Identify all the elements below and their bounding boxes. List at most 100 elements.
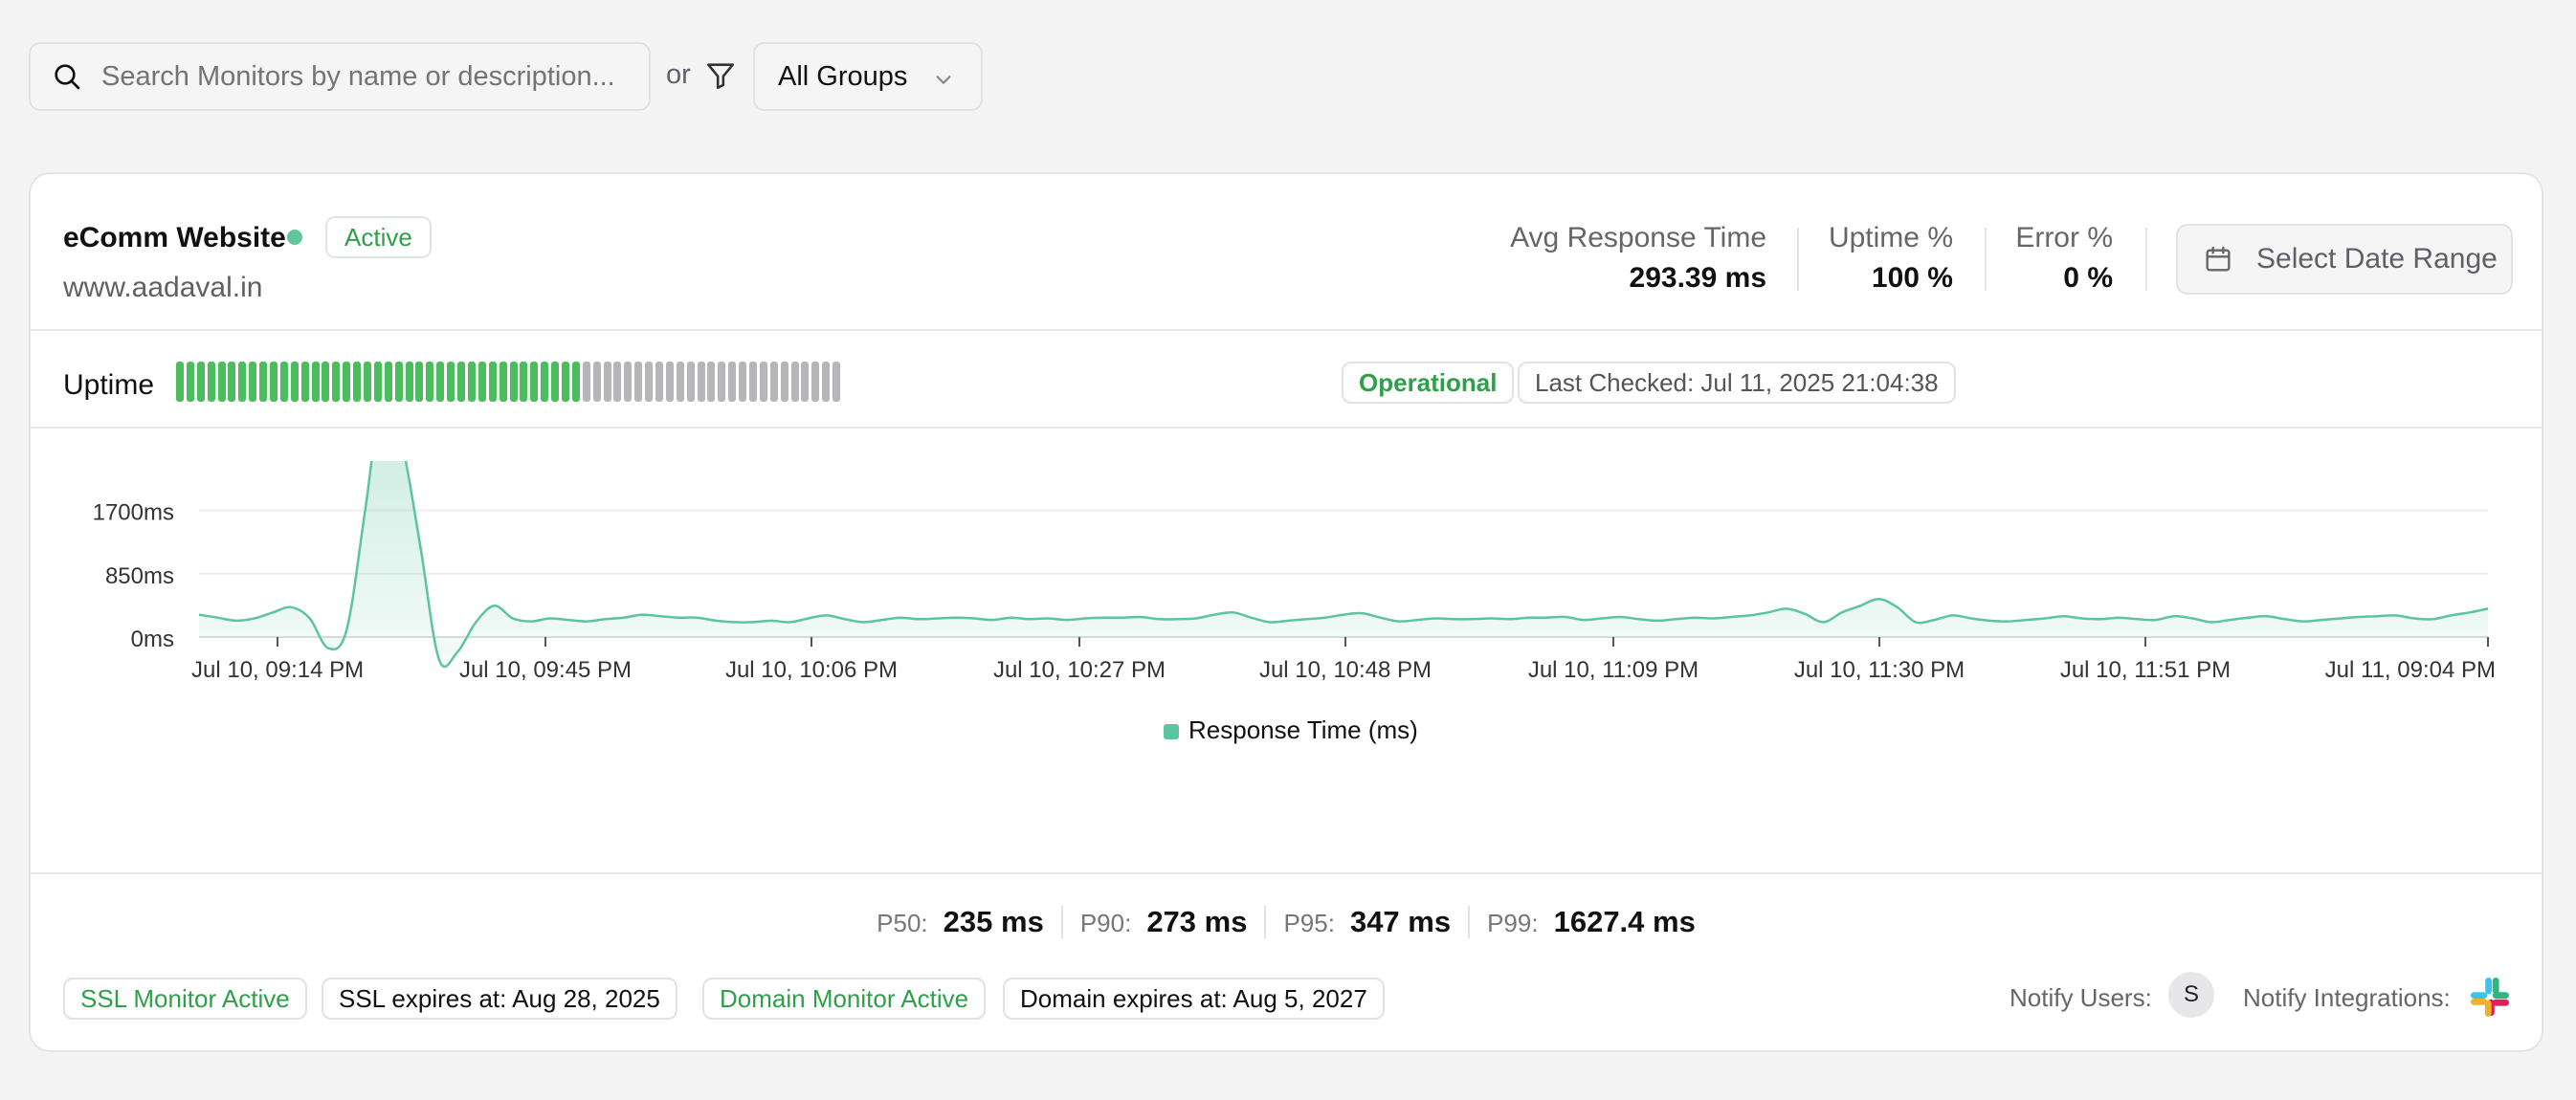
uptime-bar-no-data[interactable] xyxy=(645,362,654,402)
select-date-range-button[interactable]: Select Date Range xyxy=(2176,224,2513,295)
search-field[interactable] xyxy=(29,42,651,111)
error-percent-value: 0 % xyxy=(2063,262,2113,294)
uptime-bar-no-data[interactable] xyxy=(748,362,757,402)
uptime-bar-no-data[interactable] xyxy=(801,362,810,402)
uptime-bar-no-data[interactable] xyxy=(676,362,684,402)
percentile-value: 347 ms xyxy=(1349,905,1452,938)
uptime-bar-up[interactable] xyxy=(509,362,518,402)
monitor-name[interactable]: eComm Website xyxy=(63,222,286,254)
uptime-bar-no-data[interactable] xyxy=(739,362,747,402)
uptime-bar-up[interactable] xyxy=(561,362,569,402)
percentile-item: P50: 235 ms xyxy=(859,905,1061,939)
divider xyxy=(31,872,2542,874)
uptime-bar-no-data[interactable] xyxy=(697,362,705,402)
monitor-card[interactable]: eComm Website Active www.aadaval.in Avg … xyxy=(29,172,2543,1052)
uptime-bar-up[interactable] xyxy=(426,362,434,402)
divider xyxy=(31,329,2542,331)
uptime-bar-no-data[interactable] xyxy=(582,362,590,402)
uptime-bar-up[interactable] xyxy=(457,362,466,402)
uptime-bar-up[interactable] xyxy=(571,362,580,402)
uptime-bar-up[interactable] xyxy=(186,362,194,402)
uptime-bar-no-data[interactable] xyxy=(603,362,611,402)
percentile-item: P99: 1627.4 ms xyxy=(1470,905,1713,939)
group-select[interactable]: All Groups xyxy=(753,42,983,111)
uptime-bar-no-data[interactable] xyxy=(769,362,778,402)
search-icon xyxy=(55,64,80,90)
percentile-value: 1627.4 ms xyxy=(1553,905,1696,938)
uptime-bar-no-data[interactable] xyxy=(613,362,622,402)
uptime-bar-up[interactable] xyxy=(394,362,403,402)
uptime-bar-no-data[interactable] xyxy=(790,362,799,402)
uptime-bar-no-data[interactable] xyxy=(655,362,663,402)
uptime-bar-up[interactable] xyxy=(270,362,278,402)
uptime-bar-no-data[interactable] xyxy=(665,362,674,402)
uptime-bar-up[interactable] xyxy=(541,362,549,402)
uptime-bar-up[interactable] xyxy=(530,362,539,402)
uptime-bar-up[interactable] xyxy=(290,362,299,402)
uptime-bar-no-data[interactable] xyxy=(707,362,716,402)
uptime-bar-up[interactable] xyxy=(384,362,392,402)
uptime-bar-up[interactable] xyxy=(249,362,257,402)
uptime-bar-up[interactable] xyxy=(217,362,226,402)
response-time-chart: 0ms850ms1700ms2550ms3400msJul 10, 09:14 … xyxy=(93,461,2496,744)
uptime-bar-up[interactable] xyxy=(415,362,424,402)
uptime-bar-up[interactable] xyxy=(176,362,184,402)
y-tick-label: 2550ms xyxy=(93,461,174,462)
operational-badge: Operational xyxy=(1342,362,1515,404)
uptime-bar-no-data[interactable] xyxy=(780,362,788,402)
uptime-bar-up[interactable] xyxy=(477,362,486,402)
uptime-bar-up[interactable] xyxy=(343,362,351,402)
uptime-bar-up[interactable] xyxy=(353,362,362,402)
x-tick-label: Jul 10, 10:27 PM xyxy=(993,657,1166,683)
uptime-bar-up[interactable] xyxy=(238,362,247,402)
uptime-bar-no-data[interactable] xyxy=(634,362,643,402)
uptime-bar-up[interactable] xyxy=(311,362,320,402)
percentile-item: P90: 273 ms xyxy=(1063,905,1265,939)
uptime-bar-up[interactable] xyxy=(499,362,507,402)
uptime-bar-no-data[interactable] xyxy=(728,362,737,402)
uptime-bar-no-data[interactable] xyxy=(833,362,841,402)
last-checked-badge: Last Checked: Jul 11, 2025 21:04:38 xyxy=(1518,362,1956,404)
status-dot xyxy=(287,230,302,245)
uptime-bar-up[interactable] xyxy=(259,362,268,402)
uptime-bar-no-data[interactable] xyxy=(718,362,726,402)
uptime-bar-up[interactable] xyxy=(332,362,341,402)
y-tick-label: 0ms xyxy=(131,627,174,652)
uptime-bar-up[interactable] xyxy=(364,362,372,402)
stat-divider xyxy=(1985,228,1987,291)
uptime-bar-up[interactable] xyxy=(405,362,413,402)
uptime-bar-up[interactable] xyxy=(436,362,445,402)
uptime-bar-up[interactable] xyxy=(447,362,455,402)
avatar[interactable]: S xyxy=(2168,972,2214,1018)
uptime-bar-up[interactable] xyxy=(279,362,288,402)
uptime-bar-no-data[interactable] xyxy=(686,362,695,402)
percentile-stats: P50: 235 ms P90: 273 ms P95: 347 ms P99: 1627.4… xyxy=(31,905,2542,939)
uptime-bar-no-data[interactable] xyxy=(822,362,831,402)
avg-response-stat: Avg Response Time 293.39 ms xyxy=(1510,222,1766,295)
uptime-bar-up[interactable] xyxy=(551,362,560,402)
uptime-bar-no-data[interactable] xyxy=(592,362,601,402)
y-tick-label: 1700ms xyxy=(93,500,174,526)
uptime-bar-up[interactable] xyxy=(300,362,309,402)
uptime-bar-up[interactable] xyxy=(520,362,528,402)
monitor-url: www.aadaval.in xyxy=(63,272,263,303)
uptime-bar-up[interactable] xyxy=(373,362,382,402)
percentile-label: P99: xyxy=(1487,909,1539,937)
uptime-bar-up[interactable] xyxy=(488,362,497,402)
uptime-bar-no-data[interactable] xyxy=(624,362,633,402)
avg-response-value: 293.39 ms xyxy=(1629,262,1766,294)
notify-integrations-label: Notify Integrations: xyxy=(2243,983,2451,1012)
uptime-bar-up[interactable] xyxy=(196,362,205,402)
slack-icon[interactable] xyxy=(2467,974,2513,1020)
filter-icon[interactable] xyxy=(704,59,737,92)
calendar-icon xyxy=(2206,246,2231,272)
uptime-bar-up[interactable] xyxy=(322,362,330,402)
ssl-monitor-badge: SSL Monitor Active xyxy=(63,978,307,1020)
uptime-bar-no-data[interactable] xyxy=(759,362,767,402)
uptime-bar-no-data[interactable] xyxy=(811,362,820,402)
uptime-bar-up[interactable] xyxy=(467,362,476,402)
uptime-bar-up[interactable] xyxy=(207,362,215,402)
avg-response-label: Avg Response Time xyxy=(1510,222,1766,253)
uptime-bar-up[interactable] xyxy=(228,362,236,402)
search-input[interactable] xyxy=(101,60,637,93)
